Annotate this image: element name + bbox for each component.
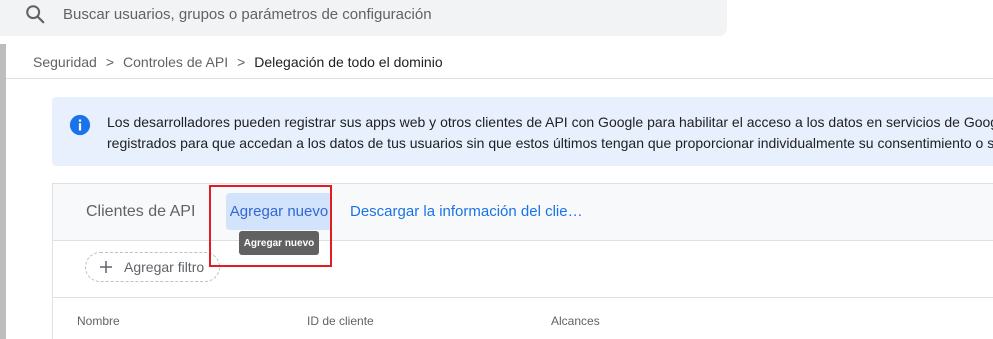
download-info-link[interactable]: Descargar la información del clie…: [350, 203, 583, 220]
breadcrumb-item-seguridad[interactable]: Seguridad: [33, 54, 97, 70]
card-title: Clientes de API: [86, 203, 196, 220]
plus-icon: [100, 261, 112, 273]
column-header-scopes[interactable]: Alcances: [551, 314, 600, 328]
filter-divider: [53, 297, 993, 298]
banner-text: Los desarrolladores pueden registrar sus…: [107, 112, 993, 154]
highlight-box: [209, 185, 332, 267]
column-header-name[interactable]: Nombre: [77, 314, 120, 328]
breadcrumb-current: Delegación de todo el dominio: [254, 54, 443, 70]
add-filter-button[interactable]: Agregar filtro: [85, 252, 220, 282]
breadcrumb: Seguridad > Controles de API > Delegació…: [33, 52, 443, 72]
breadcrumb-separator: >: [237, 54, 246, 70]
search-input[interactable]: [63, 0, 703, 28]
banner-line-1: Los desarrolladores pueden registrar sus…: [107, 114, 993, 130]
admin-console-page: Seguridad > Controles de API > Delegació…: [0, 0, 993, 339]
search-icon: [26, 5, 45, 24]
header-divider: [6, 78, 993, 79]
breadcrumb-item-controles-api[interactable]: Controles de API: [123, 54, 228, 70]
card-header: Clientes de API Agregar nuevo Descargar …: [53, 184, 993, 241]
api-clients-card: Clientes de API Agregar nuevo Descargar …: [52, 183, 993, 339]
info-icon: [69, 114, 91, 136]
column-header-client-id[interactable]: ID de cliente: [307, 314, 374, 328]
banner-line-2: registrados para que accedan a los datos…: [107, 135, 993, 151]
breadcrumb-separator: >: [105, 54, 115, 70]
left-scroll-strip: [0, 44, 6, 339]
add-filter-label: Agregar filtro: [124, 259, 205, 275]
info-banner: Los desarrolladores pueden registrar sus…: [52, 97, 993, 166]
search-bar[interactable]: [0, 0, 727, 36]
